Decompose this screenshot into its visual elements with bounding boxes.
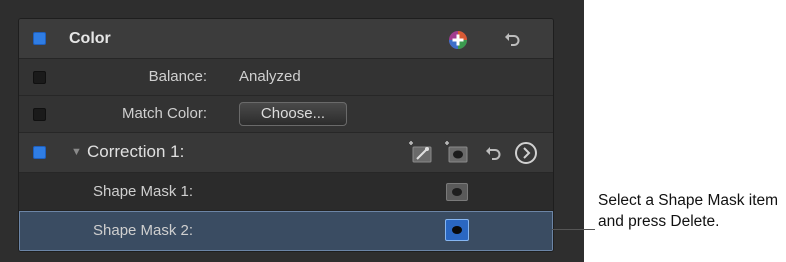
correction-title: Correction 1:: [87, 142, 185, 161]
balance-value: Analyzed: [239, 68, 301, 85]
reset-arrow-icon[interactable]: [505, 31, 521, 47]
inspector-frame: Color Balance: Analyzed Match Color: Cho…: [0, 0, 584, 262]
shape-mask-2-thumbnail[interactable]: [445, 219, 469, 241]
color-inspector-panel: Color Balance: Analyzed Match Color: Cho…: [18, 18, 554, 252]
go-forward-icon[interactable]: [514, 141, 538, 165]
balance-row: Balance: Analyzed: [19, 59, 553, 96]
color-enable-checkbox[interactable]: [33, 32, 46, 45]
color-section-title: Color: [69, 30, 111, 47]
shape-mask-2-row[interactable]: Shape Mask 2:: [19, 211, 553, 251]
correction-enable-checkbox[interactable]: [33, 146, 46, 159]
match-color-row: Match Color: Choose...: [19, 96, 553, 133]
callout-leader-line: [552, 229, 595, 230]
disclosure-triangle-icon[interactable]: ▼: [71, 146, 82, 158]
match-color-checkbox[interactable]: [33, 108, 46, 121]
match-color-label: Match Color:: [121, 105, 207, 122]
balance-checkbox[interactable]: [33, 71, 46, 84]
add-shape-mask-icon[interactable]: [443, 139, 471, 165]
color-board-add-icon[interactable]: [447, 29, 469, 51]
color-mask-icon[interactable]: [407, 139, 435, 165]
correction-row: ▼ Correction 1:: [19, 133, 553, 173]
shape-mask-1-label: Shape Mask 1:: [93, 183, 194, 200]
color-section-header: Color: [19, 19, 553, 59]
shape-mask-1-thumbnail[interactable]: [446, 183, 468, 201]
choose-button[interactable]: Choose...: [239, 102, 347, 126]
shape-mask-1-row[interactable]: Shape Mask 1:: [19, 173, 553, 211]
shape-mask-2-label: Shape Mask 2:: [93, 222, 194, 239]
correction-reset-icon[interactable]: [486, 145, 502, 161]
callout-text: Select a Shape Mask item and press Delet…: [598, 192, 779, 230]
balance-label: Balance:: [148, 68, 207, 85]
